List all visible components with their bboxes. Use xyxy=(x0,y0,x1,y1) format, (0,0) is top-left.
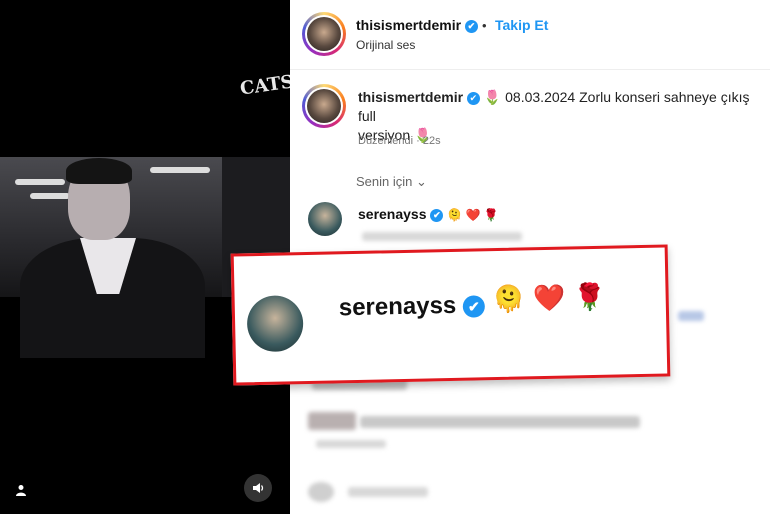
comment-sort-dropdown[interactable]: Senin için ⌄ xyxy=(356,174,427,190)
zoomed-avatar xyxy=(246,295,304,353)
blurred-element xyxy=(678,311,704,321)
blurred-comment-text xyxy=(360,416,640,428)
blurred-comment-meta xyxy=(316,440,386,448)
follow-button[interactable]: Takip Et xyxy=(495,17,548,33)
caption-username[interactable]: thisismertdemir xyxy=(358,89,463,105)
caption-avatar[interactable] xyxy=(307,89,341,123)
commenter-avatar[interactable] xyxy=(308,202,342,236)
edited-label: Düzenlendi xyxy=(358,135,414,147)
ceiling-light xyxy=(15,179,65,185)
ceiling-light xyxy=(150,167,210,173)
verified-icon: ✔ xyxy=(462,294,486,318)
blurred-avatar xyxy=(308,412,356,430)
blurred-comment-meta xyxy=(362,232,522,241)
header-username[interactable]: thisismertdemir ✔ xyxy=(356,17,478,33)
zoomed-username: serenayss ✔ xyxy=(339,291,486,322)
chevron-down-icon: ⌄ xyxy=(416,174,427,189)
post-meta: Düzenlendi · 22s xyxy=(358,135,441,147)
comment-row: serenayss ✔ 🫠 ❤️ 🌹 xyxy=(358,206,499,222)
separator-dot: • xyxy=(482,18,487,33)
commenter-username[interactable]: serenayss xyxy=(358,206,427,222)
zoomed-emojis: 🫠❤️🌹 xyxy=(492,281,615,315)
zoomed-username-text: serenayss xyxy=(338,291,457,322)
comment-emojis: 🫠 ❤️ 🌹 xyxy=(447,208,499,222)
verified-icon: ✔ xyxy=(466,91,480,105)
blurred-input xyxy=(348,487,428,497)
post-header: thisismertdemir ✔ • Takip Et Orijinal se… xyxy=(290,0,770,70)
poster-text: CATS xyxy=(238,71,290,100)
blurred-avatar xyxy=(308,482,334,502)
post-time[interactable]: 22s xyxy=(423,135,441,147)
person-hair xyxy=(66,158,132,184)
sort-label: Senin için xyxy=(356,174,413,189)
verified-icon: ✔ xyxy=(430,208,444,222)
zoomed-comment-highlight: serenayss ✔ 🫠❤️🌹 xyxy=(230,244,671,386)
speaker-icon xyxy=(253,483,264,493)
username-text[interactable]: thisismertdemir xyxy=(356,17,461,33)
ceiling-light xyxy=(30,193,70,199)
user-icon[interactable] xyxy=(15,484,27,499)
volume-button[interactable] xyxy=(244,474,272,502)
audio-label[interactable]: Orijinal ses xyxy=(356,38,415,52)
avatar[interactable] xyxy=(307,17,341,51)
verified-icon: ✔ xyxy=(464,19,478,33)
